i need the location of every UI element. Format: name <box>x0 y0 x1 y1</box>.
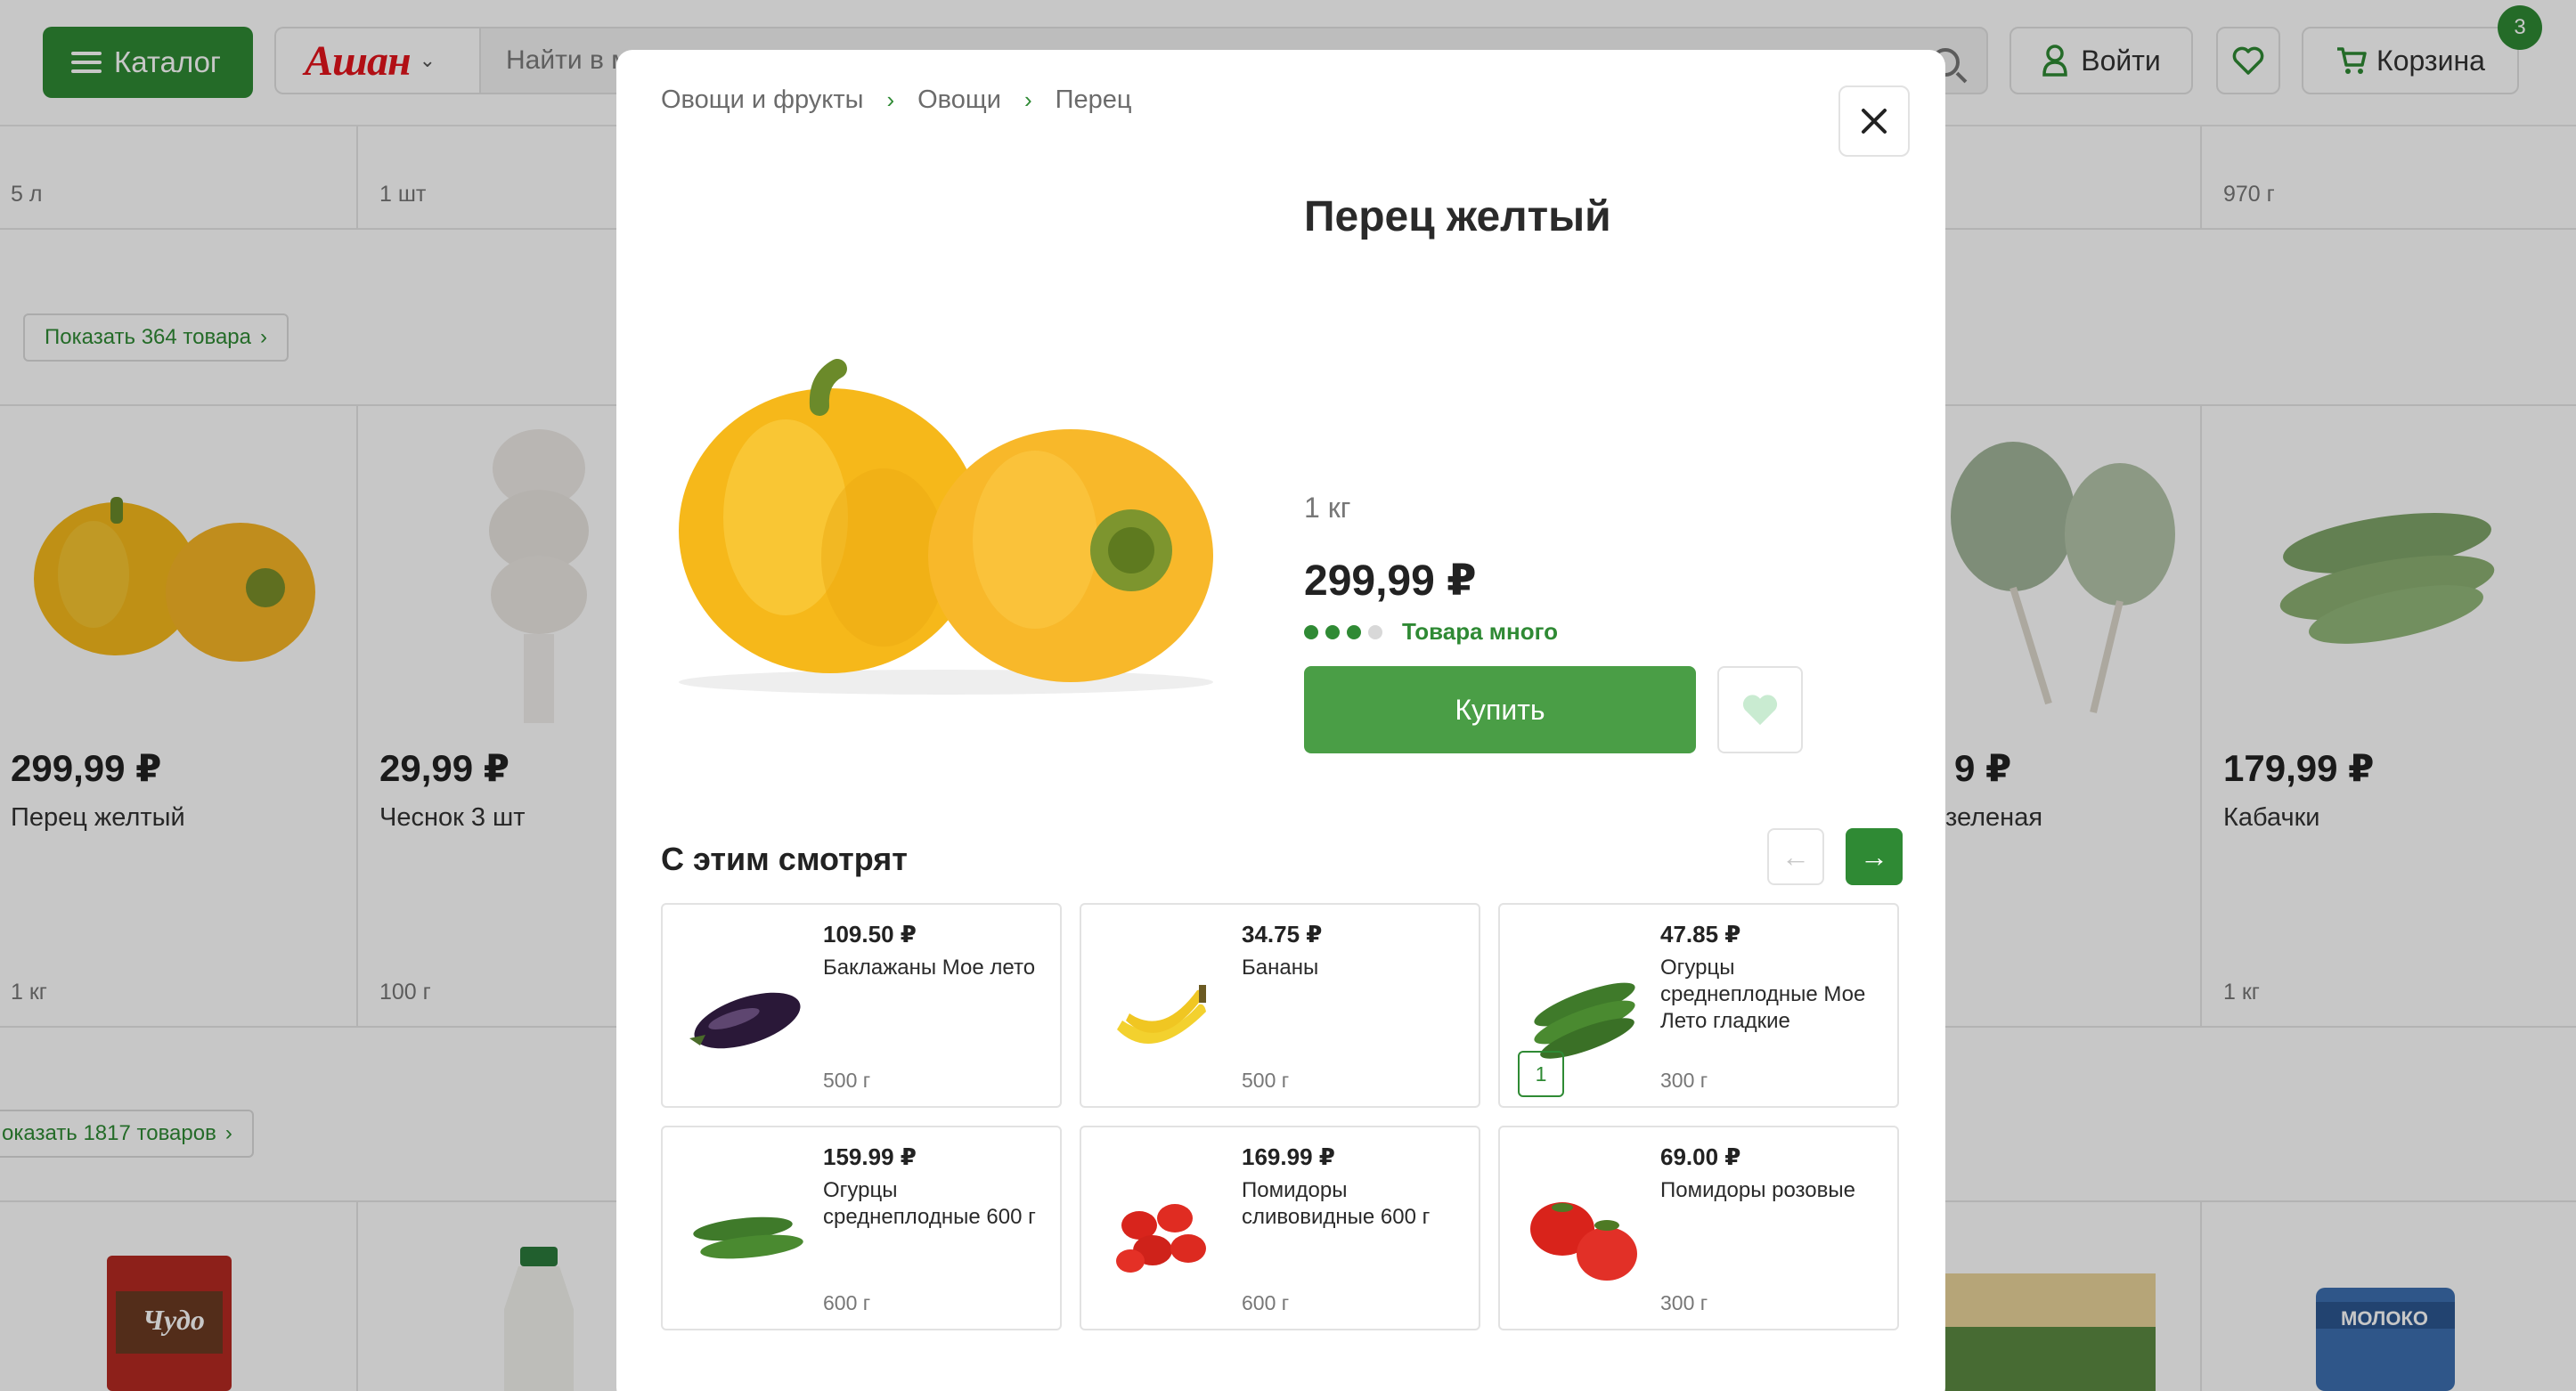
breadcrumb-item[interactable]: Овощи <box>917 85 1001 115</box>
cart-quantity-badge[interactable]: 1 <box>1518 1051 1564 1097</box>
arrow-right-icon: → <box>1860 840 1888 873</box>
stock-dot <box>1325 624 1340 639</box>
card-weight: 300 г <box>1660 1069 1708 1092</box>
arrow-left-icon: ← <box>1781 840 1810 873</box>
breadcrumb: Овощи и фрукты › Овощи › Перец <box>661 85 1131 115</box>
product-modal: Овощи и фрукты › Овощи › Перец Перец жел… <box>616 50 1945 1391</box>
card-weight: 600 г <box>1242 1291 1290 1314</box>
card-price: 109.50 ₽ <box>823 921 917 948</box>
close-button[interactable] <box>1838 85 1910 157</box>
banana-image <box>1117 985 1206 1044</box>
close-icon <box>1862 109 1887 134</box>
card-price: 169.99 ₽ <box>1242 1143 1335 1170</box>
related-product-card[interactable]: 169.99 ₽ Помидоры сливовидные 600 г 600 … <box>1080 1126 1480 1330</box>
stock-dot <box>1368 624 1382 639</box>
card-price: 34.75 ₽ <box>1242 921 1323 948</box>
card-weight: 500 г <box>823 1069 871 1092</box>
buy-button[interactable]: Купить <box>1304 666 1696 753</box>
card-name: Бананы <box>1242 956 1319 980</box>
carousel-prev-button[interactable]: ← <box>1767 828 1824 885</box>
related-product-card[interactable]: 69.00 ₽ Помидоры розовые 300 г <box>1498 1126 1899 1330</box>
breadcrumb-item[interactable]: Овощи и фрукты <box>661 85 863 115</box>
chevron-right-icon: › <box>886 86 895 113</box>
product-title: Перец желтый <box>1304 193 1611 240</box>
related-product-card[interactable]: 1 47.85 ₽ Огурцы среднеплодные Мое Лето … <box>1498 903 1899 1108</box>
card-weight: 300 г <box>1660 1291 1708 1314</box>
carousel-next-button[interactable]: → <box>1846 828 1903 885</box>
product-image <box>679 359 1213 695</box>
tomato-image <box>1116 1204 1206 1273</box>
card-price: 159.99 ₽ <box>823 1143 917 1170</box>
stock-text: Товара много <box>1402 618 1558 645</box>
stock-dot <box>1347 624 1361 639</box>
stock-dot <box>1304 624 1318 639</box>
add-to-favorites-button[interactable] <box>1717 666 1803 753</box>
related-product-card[interactable]: 109.50 ₽ Баклажаны Мое лето 500 г <box>661 903 1062 1108</box>
card-name: Помидоры розовые <box>1660 1178 1855 1202</box>
heart-icon <box>1742 695 1778 726</box>
eggplant-image <box>689 992 801 1049</box>
related-section-title: С этим смотрят <box>661 841 908 877</box>
related-product-card[interactable]: 34.75 ₽ Бананы 500 г <box>1080 903 1480 1108</box>
card-weight: 500 г <box>1242 1069 1290 1092</box>
chevron-right-icon: › <box>1023 86 1032 113</box>
cucumber-image <box>693 1216 803 1259</box>
product-price: 299,99 ₽ <box>1304 557 1477 605</box>
product-weight: 1 кг <box>1304 492 1351 524</box>
card-price: 47.85 ₽ <box>1660 921 1741 948</box>
breadcrumb-item[interactable]: Перец <box>1056 85 1132 115</box>
tomato-image <box>1530 1202 1637 1281</box>
card-price: 69.00 ₽ <box>1660 1143 1741 1170</box>
card-name: Огурцы среднеплодные Мое Лето гладкие <box>1660 956 1866 1033</box>
card-name: Баклажаны Мое лето <box>823 956 1036 980</box>
related-product-card[interactable]: 159.99 ₽ Огурцы среднеплодные 600 г 600 … <box>661 1126 1062 1330</box>
card-name: Огурцы среднеплодные 600 г <box>823 1178 1036 1229</box>
stock-indicator: Товара много <box>1304 618 1558 646</box>
card-weight: 600 г <box>823 1291 871 1314</box>
card-name: Помидоры сливовидные 600 г <box>1242 1178 1431 1229</box>
